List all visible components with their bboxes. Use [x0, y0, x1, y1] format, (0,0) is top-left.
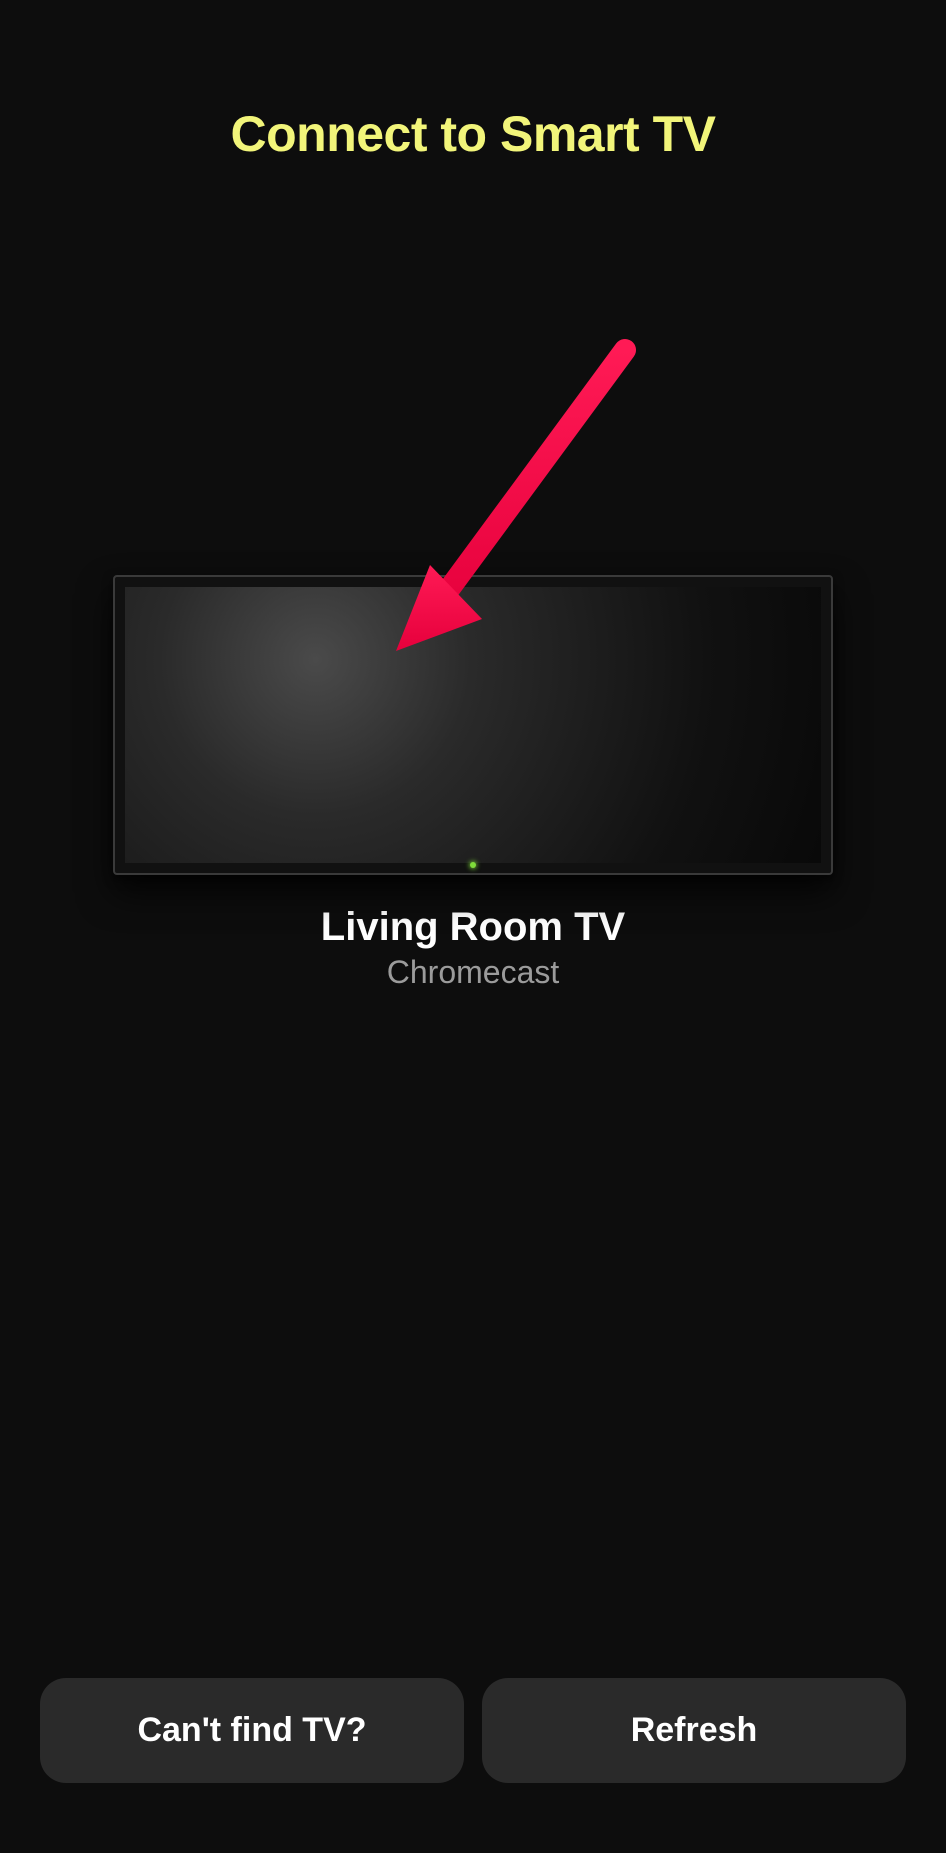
device-type: Chromecast — [387, 954, 560, 991]
device-name: Living Room TV — [321, 905, 625, 950]
refresh-button[interactable]: Refresh — [482, 1678, 906, 1783]
page-title: Connect to Smart TV — [0, 105, 946, 163]
tv-power-led-icon — [470, 862, 476, 868]
bottom-button-bar: Can't find TV? Refresh — [40, 1678, 906, 1783]
tv-screen-icon — [113, 575, 833, 875]
device-tile[interactable]: Living Room TV Chromecast — [113, 575, 833, 991]
cant-find-tv-button[interactable]: Can't find TV? — [40, 1678, 464, 1783]
